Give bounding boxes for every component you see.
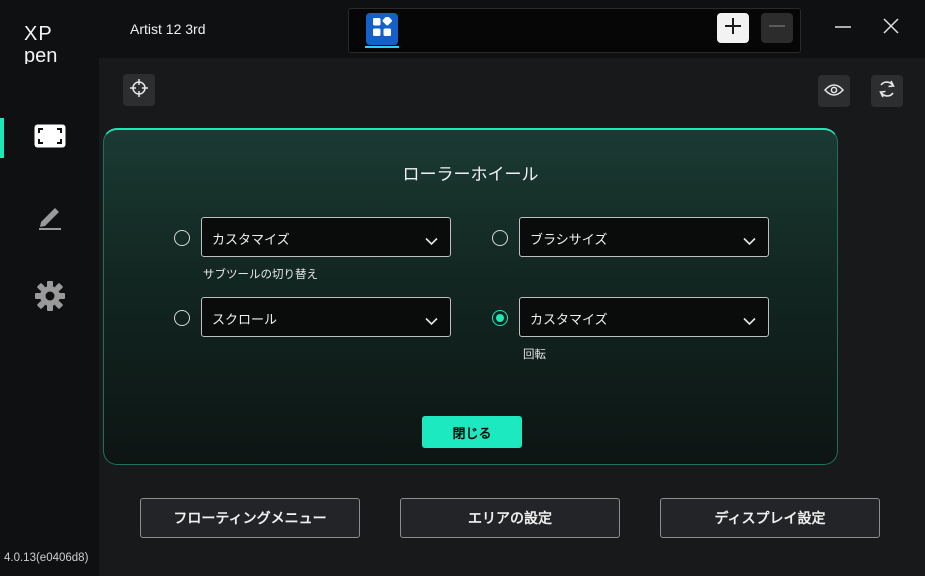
svg-text:XP: XP xyxy=(24,23,53,45)
select-value: ブラシサイズ xyxy=(530,233,608,248)
radio-option-4[interactable] xyxy=(492,310,508,326)
close-icon xyxy=(882,17,900,39)
sidebar-item-settings[interactable] xyxy=(0,278,99,318)
version-label: 4.0.13(e0406d8) xyxy=(4,552,89,564)
minimize-button[interactable] xyxy=(831,16,855,40)
select-option-1[interactable]: カスタマイズ xyxy=(201,217,451,257)
option-1-sublabel: サブツールの切り替え xyxy=(203,267,318,281)
svg-text:pen: pen xyxy=(24,45,57,64)
refresh-icon xyxy=(877,79,897,103)
refresh-button[interactable] xyxy=(871,75,903,107)
radio-option-1[interactable] xyxy=(174,230,190,246)
sidebar-item-display-area[interactable] xyxy=(0,118,99,158)
roller-wheel-panel: ローラーホイール カスタマイズ サブツールの切り替え ブラシサイズ スクロール … xyxy=(103,128,838,465)
select-value: カスタマイズ xyxy=(530,313,608,328)
gear-icon xyxy=(34,280,66,316)
calibration-button[interactable] xyxy=(123,74,155,106)
minimize-icon xyxy=(834,17,852,39)
chevron-down-icon xyxy=(425,231,438,250)
xppen-logo: XP pen xyxy=(24,22,72,68)
minus-icon xyxy=(768,17,786,39)
floating-menu-button[interactable]: フローティングメニュー xyxy=(140,498,360,538)
display-settings-button[interactable]: ディスプレイ設定 xyxy=(660,498,880,538)
display-area-icon xyxy=(34,124,66,152)
radio-option-3[interactable] xyxy=(174,310,190,326)
app-grid-icon xyxy=(372,16,392,41)
preview-button[interactable] xyxy=(818,75,850,107)
eye-icon xyxy=(823,82,845,101)
select-value: カスタマイズ xyxy=(212,233,290,248)
chevron-down-icon xyxy=(743,311,756,330)
select-option-3[interactable]: スクロール xyxy=(201,297,451,337)
crosshair-icon xyxy=(130,79,148,101)
panel-title: ローラーホイール xyxy=(402,165,539,185)
add-app-button[interactable] xyxy=(717,13,749,43)
close-window-button[interactable] xyxy=(879,16,903,40)
area-settings-button[interactable]: エリアの設定 xyxy=(400,498,620,538)
app-tab-all-apps[interactable] xyxy=(366,13,398,45)
pen-icon xyxy=(36,202,64,234)
select-value: スクロール xyxy=(212,313,278,328)
sidebar-item-pen[interactable] xyxy=(0,198,99,238)
plus-icon xyxy=(724,17,742,39)
chevron-down-icon xyxy=(743,231,756,250)
option-4-sublabel: 回転 xyxy=(523,347,546,361)
radio-option-2[interactable] xyxy=(492,230,508,246)
remove-app-button[interactable] xyxy=(761,13,793,43)
select-option-2[interactable]: ブラシサイズ xyxy=(519,217,769,257)
chevron-down-icon xyxy=(425,311,438,330)
select-option-4[interactable]: カスタマイズ xyxy=(519,297,769,337)
app-tab-underline xyxy=(365,46,399,48)
close-panel-button[interactable]: 閉じる xyxy=(422,416,522,448)
device-name: Artist 12 3rd xyxy=(130,21,206,37)
